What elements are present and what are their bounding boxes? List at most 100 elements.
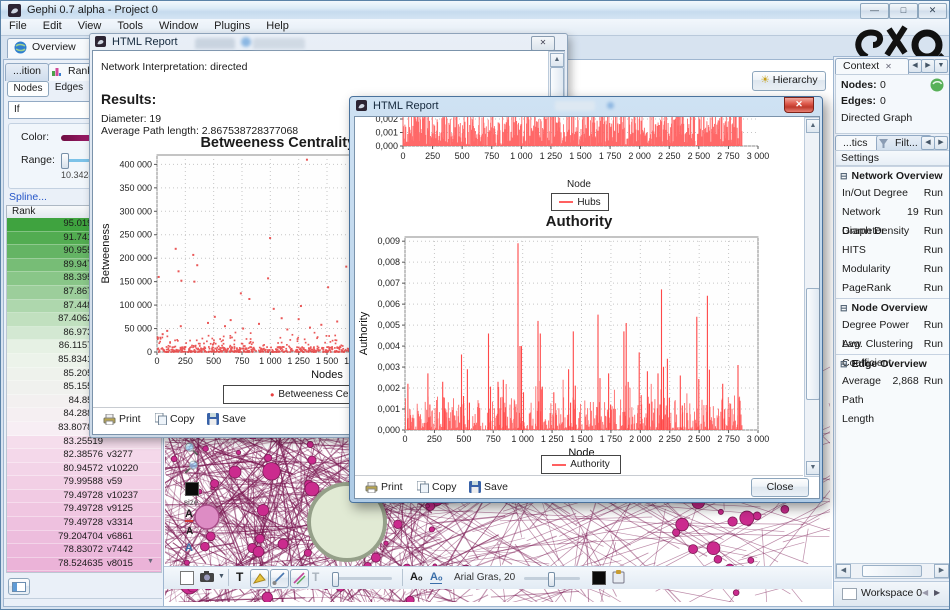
scroll-right-icon[interactable]: ▶ [934, 564, 949, 578]
run-button[interactable]: Run [924, 316, 943, 335]
range-slider-thumb[interactable] [61, 153, 69, 169]
tab-close-icon[interactable]: ✕ [885, 62, 892, 71]
run-button[interactable]: Run [924, 260, 943, 279]
run-button[interactable]: Run [924, 372, 943, 391]
table-row[interactable]: 79.49728 v10237 [7, 489, 161, 504]
background-white-swatch[interactable] [180, 571, 194, 585]
run-button[interactable]: Run [924, 203, 943, 222]
collapse-icon[interactable]: ⊟ [840, 359, 848, 369]
app-titlebar[interactable]: Gephi 0.7 alpha - Project 0 — □ ✕ [1, 1, 949, 20]
close-button[interactable]: ✕ [918, 3, 947, 19]
scroll-left-icon[interactable]: ◀ [836, 564, 851, 578]
workspace-prev-icon[interactable]: ◀ [922, 588, 928, 597]
edge-weight-slider-track[interactable] [332, 577, 392, 580]
copy-button[interactable]: Copy [417, 481, 457, 493]
hierarchy-button[interactable]: ☀ Hierarchy [752, 71, 826, 91]
svg-text:400 000: 400 000 [119, 159, 152, 169]
print-button[interactable]: Print [103, 413, 141, 425]
node-label-toggle[interactable] [250, 569, 269, 588]
label-color-icon[interactable]: A [185, 508, 193, 522]
background-color-swatch[interactable] [185, 482, 199, 496]
subtab-nodes[interactable]: Nodes [7, 81, 49, 97]
font-scale-slider-thumb[interactable] [548, 572, 555, 587]
section-header[interactable]: ⊟ Node Overview [836, 298, 949, 316]
label-color-swatch[interactable] [592, 571, 606, 585]
table-row[interactable]: 79.204704 v6861 [7, 530, 161, 545]
copy-button[interactable]: Copy [155, 413, 195, 425]
save-button[interactable]: Save [207, 413, 246, 425]
table-scroll-down-icon[interactable]: ▼ [147, 558, 154, 565]
run-button[interactable]: Run [924, 222, 943, 241]
tab-partition[interactable]: ...ition [5, 63, 49, 81]
edge-color-toggle[interactable] [290, 569, 309, 588]
text-tool-icon[interactable]: T [236, 570, 243, 584]
scroll-up-icon[interactable]: ▲ [550, 53, 564, 67]
svg-text:500: 500 [455, 151, 470, 161]
run-button[interactable]: Run [924, 279, 943, 298]
table-row[interactable]: 78.524635 v8015 [7, 557, 161, 572]
run-button[interactable]: Run [924, 184, 943, 203]
menu-edit[interactable]: Edit [35, 19, 70, 35]
collapse-icon[interactable]: ⊟ [840, 171, 848, 181]
scroll-down-icon[interactable]: ▼ [806, 461, 819, 475]
table-row[interactable]: 78.83072 v7442 [7, 544, 161, 558]
svg-text:1 500: 1 500 [570, 434, 593, 444]
label-size-icon[interactable]: A [186, 526, 193, 537]
table-row[interactable]: 78.05341v6724 [7, 571, 161, 572]
zoom-out-icon[interactable]: 🔎 [184, 460, 199, 474]
maximize-button[interactable]: □ [889, 3, 918, 19]
dock-menu-icon[interactable]: ▼ [934, 59, 948, 73]
report-front-titlebar[interactable]: HTML Report ✕ [350, 97, 822, 116]
edge-display-toggle[interactable] [270, 569, 289, 588]
tab-overview[interactable]: Overview [7, 38, 95, 58]
subtab-edges[interactable]: Edges [49, 81, 89, 95]
copy-icon [155, 413, 167, 425]
table-row[interactable]: 79.49728 v3314 [7, 517, 161, 531]
dock-right-icon[interactable]: ▶ [921, 59, 935, 73]
panel-toggle-button[interactable] [8, 578, 30, 595]
svg-text:250: 250 [178, 356, 193, 366]
print-button[interactable]: Print [365, 481, 403, 493]
table-row[interactable]: 80.94572 v10220 [7, 462, 161, 477]
panel-nav-right-icon[interactable]: ▶ [934, 136, 948, 150]
font-color-icon[interactable]: Aₒ [430, 571, 443, 584]
scroll-thumb[interactable] [806, 288, 819, 400]
section-header[interactable]: ⊟ Network Overview [836, 166, 949, 184]
workspace-next-icon[interactable]: ▶ [934, 588, 940, 597]
label-font-icon[interactable]: A [185, 542, 193, 554]
screenshot-camera-icon[interactable] [200, 571, 216, 583]
save-button[interactable]: Save [469, 481, 508, 493]
camera-dropdown-icon[interactable]: ▼ [218, 573, 225, 580]
close-report-button[interactable]: Close [751, 478, 809, 497]
report-back-close-icon[interactable]: ✕ [531, 36, 555, 51]
minimize-button[interactable]: — [860, 3, 889, 19]
font-name-label[interactable]: Arial Gras, 20 [454, 572, 515, 583]
collapse-icon[interactable]: ⊟ [840, 303, 848, 313]
lightbulb-icon: ☀ [760, 74, 770, 86]
table-row[interactable]: 79.49728 v9125 [7, 503, 161, 518]
tab-context[interactable]: Context ✕ [835, 58, 909, 75]
run-button[interactable]: Run [924, 335, 943, 354]
table-row[interactable]: 79.99588 v59 [7, 476, 161, 490]
statistic-name: Degree Power Law [842, 319, 910, 350]
clipboard-icon[interactable] [612, 570, 625, 584]
report-back-titlebar[interactable]: HTML Report ✕ [90, 34, 567, 51]
spline-link[interactable]: Spline... [9, 191, 47, 203]
zoom-in-icon[interactable]: 🔍 [184, 442, 199, 456]
stats-hscrollbar[interactable]: ◀ ▶ [835, 563, 949, 579]
panel-nav-left-icon[interactable]: ◀ [921, 136, 935, 150]
statistic-row: Network Diameter 19 Run [836, 203, 949, 237]
svg-text:250 000: 250 000 [119, 230, 152, 240]
report-front-close-icon[interactable]: ✕ [784, 97, 814, 113]
color-label: Color: [21, 131, 50, 143]
dock-left-icon[interactable]: ◀ [908, 59, 922, 73]
report-front-vscrollbar[interactable]: ▲ ▼ [804, 117, 819, 477]
menu-file[interactable]: File [1, 19, 35, 35]
edge-weight-slider-thumb[interactable] [332, 572, 339, 587]
scroll-up-icon[interactable]: ▲ [806, 119, 819, 133]
run-button[interactable]: Run [924, 241, 943, 260]
font-size-minus-icon[interactable]: Aₒ [410, 571, 422, 583]
refresh-globe-icon[interactable] [930, 78, 944, 92]
table-row[interactable]: 82.38576 v3277 [7, 449, 161, 463]
scroll-thumb[interactable] [862, 565, 922, 577]
